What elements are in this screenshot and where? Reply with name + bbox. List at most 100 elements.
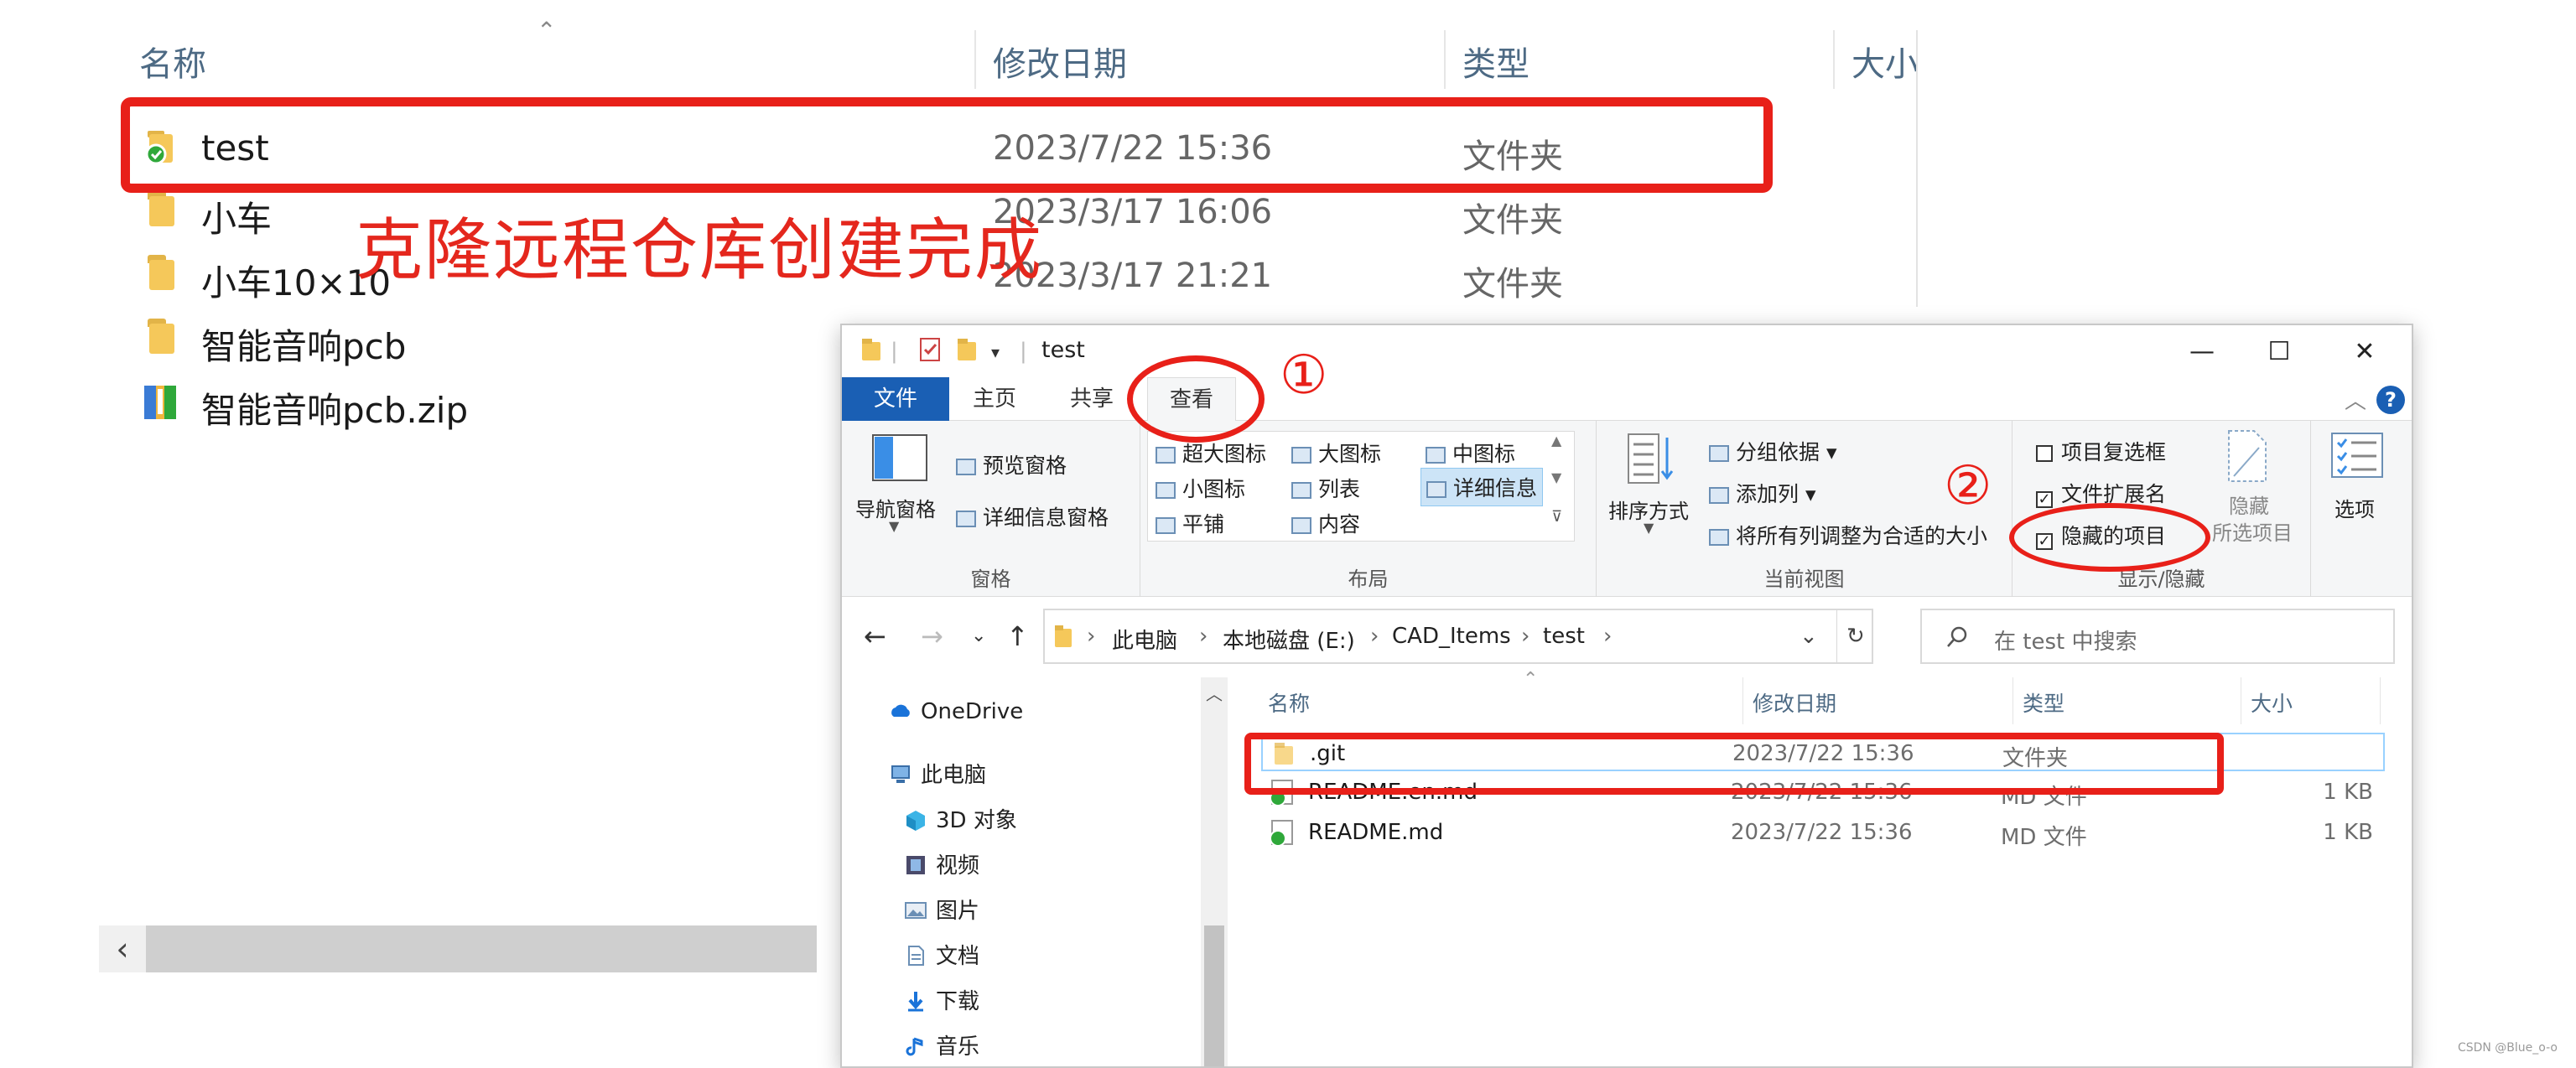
table-row[interactable]: README.md 2023/7/22 15:36 MD 文件 1 KB [1261, 813, 2385, 852]
nav-videos[interactable]: 视频 [904, 848, 979, 879]
document-icon [908, 946, 924, 966]
highlight-ellipse-view-tab [1127, 355, 1265, 443]
bg-col-modified[interactable]: 修改日期 [993, 37, 1127, 86]
explorer-window: | ▾ | test — ☐ ✕ 文件 主页 共享 查看 ︿ ? 导航窗格 ▼ … [840, 324, 2413, 1068]
col-divider [2012, 677, 2013, 724]
file-size: 1 KB [2323, 820, 2373, 845]
ribbon-tabs: 文件 主页 共享 查看 ︿ ? [842, 377, 2412, 421]
nav-3d-objects[interactable]: 3D 对象 [904, 803, 1017, 834]
search-icon [1947, 626, 1967, 647]
layout-small-icons[interactable]: 小图标 [1156, 473, 1245, 503]
hide-selected-line1[interactable]: 隐藏 [2229, 490, 2269, 519]
details-pane-button[interactable]: 详细信息窗格 [956, 501, 1109, 531]
address-bar-row: ← → ⌄ ↑ › 此电脑 › 本地磁盘 (E:) › CAD_Items › … [842, 597, 2412, 677]
nav-documents[interactable]: 文档 [904, 939, 979, 970]
layout-content[interactable]: 内容 [1291, 508, 1360, 538]
group-panes-label: 窗格 [970, 568, 1011, 591]
options-button[interactable]: 选项 [2334, 493, 2375, 522]
col-header-modified[interactable]: 修改日期 [1753, 687, 1836, 718]
md-file-icon [1270, 820, 1293, 847]
forward-arrow-icon[interactable]: → [921, 620, 943, 652]
gallery-up-icon[interactable]: ▲ [1551, 433, 1561, 448]
customize-qa-icon[interactable]: ▾ [991, 342, 1000, 362]
file-size: 1 KB [2323, 780, 2373, 805]
bg-col-divider [974, 30, 976, 89]
gallery-down-icon[interactable]: ▼ [1551, 469, 1561, 485]
crumb-test[interactable]: test [1543, 624, 1585, 649]
refresh-icon[interactable]: ↻ [1846, 624, 1865, 649]
zip-icon [144, 386, 176, 419]
preview-pane-button[interactable]: 预览窗格 [956, 449, 1067, 480]
ribbon-view: 导航窗格 ▼ 预览窗格 详细信息窗格 窗格 超大图标 大图标 中图标 小图标 列… [842, 421, 2412, 597]
bg-col-name[interactable]: 名称 [139, 37, 206, 86]
close-button[interactable]: ✕ [2340, 332, 2390, 372]
up-arrow-icon[interactable]: ↑ [1006, 620, 1029, 652]
bg-row-type: 文件夹 [1462, 265, 1563, 303]
bg-col-size[interactable]: 大小 [1852, 37, 1917, 86]
preview-pane-icon [956, 459, 976, 475]
bg-horizontal-scrollbar[interactable] [99, 925, 817, 972]
nav-music[interactable]: 音乐 [904, 1029, 979, 1060]
layout-large-icons[interactable]: 大图标 [1291, 438, 1381, 468]
checkbox-checked[interactable]: ✓ [2036, 491, 2053, 508]
new-folder-icon[interactable] [956, 337, 978, 362]
content-icon [1291, 517, 1311, 534]
nav-downloads[interactable]: 下载 [904, 984, 979, 1015]
crumb-cad-items[interactable]: CAD_Items [1392, 624, 1511, 649]
tab-file[interactable]: 文件 [842, 377, 949, 421]
maximize-button[interactable]: ☐ [2254, 332, 2304, 372]
nav-this-pc[interactable]: 此电脑 [889, 758, 986, 789]
sort-by-icon [1628, 433, 1674, 484]
layout-tiles[interactable]: 平铺 [1156, 508, 1224, 538]
layout-medium-icons[interactable]: 中图标 [1426, 438, 1515, 468]
tab-home[interactable]: 主页 [973, 377, 1016, 421]
item-checkboxes-toggle[interactable]: 项目复选框 [2036, 436, 2166, 466]
nav-scroll-thumb[interactable] [1204, 925, 1224, 1066]
hide-selected-line2[interactable]: 所选项目 [2212, 516, 2293, 546]
tab-share[interactable]: 共享 [1070, 377, 1114, 421]
properties-icon[interactable] [919, 337, 943, 362]
layout-xl-icons[interactable]: 超大图标 [1156, 438, 1266, 468]
bg-column-edge [1916, 30, 1918, 307]
search-input[interactable]: 在 test 中搜索 [1920, 609, 2395, 664]
address-dropdown-icon[interactable]: ⌄ [1800, 624, 1818, 649]
nav-pictures[interactable]: 图片 [904, 894, 979, 925]
scroll-left-icon[interactable]: ‹ [99, 925, 146, 972]
medium-icons-icon [1426, 447, 1446, 464]
col-header-size[interactable]: 大小 [2251, 687, 2293, 718]
scroll-up-icon[interactable]: ︿ [1206, 681, 1223, 705]
fit-columns-button[interactable]: 将所有列调整为合适的大小 [1709, 520, 1987, 550]
add-column-icon [1709, 487, 1729, 504]
nav-onedrive[interactable]: OneDrive [889, 699, 1023, 724]
col-divider [2380, 677, 2381, 724]
nav-vertical-scrollbar[interactable]: ︿ [1201, 677, 1228, 1066]
nav-pane-icon [872, 434, 927, 481]
crumb-local-disk[interactable]: 本地磁盘 (E:) [1223, 624, 1355, 655]
layout-details[interactable]: 详细信息 [1420, 468, 1544, 506]
crumb-this-pc[interactable]: 此电脑 [1112, 624, 1177, 655]
minimize-button[interactable]: — [2177, 332, 2227, 372]
cube-icon [906, 811, 925, 831]
group-layout-label: 布局 [1348, 568, 1389, 591]
group-show-hide-label: 显示/隐藏 [2117, 568, 2205, 591]
group-by-button[interactable]: 分组依据 ▾ [1709, 436, 1837, 466]
gallery-more-icon[interactable]: ⊽ [1551, 508, 1562, 526]
layout-list[interactable]: 列表 [1291, 473, 1360, 503]
checkbox-unchecked[interactable] [2036, 445, 2053, 462]
bg-col-divider [1444, 30, 1446, 89]
window-title: test [1041, 337, 1085, 363]
annotation-step-2: ② [1944, 455, 1992, 517]
collapse-ribbon-icon[interactable]: ︿ [2345, 384, 2366, 415]
address-input[interactable]: › 此电脑 › 本地磁盘 (E:) › CAD_Items › test › ⌄… [1043, 609, 1873, 664]
col-header-type[interactable]: 类型 [2023, 687, 2064, 718]
bg-col-type[interactable]: 类型 [1462, 37, 1530, 86]
group-current-view-label: 当前视图 [1763, 568, 1845, 591]
bg-col-divider [1833, 30, 1835, 89]
help-icon[interactable]: ? [2376, 386, 2405, 414]
add-column-button[interactable]: 添加列 ▾ [1709, 478, 1816, 508]
recent-chevron-icon[interactable]: ⌄ [971, 625, 986, 646]
back-arrow-icon[interactable]: ← [864, 620, 886, 652]
annotation-step-1: ① [1280, 345, 1328, 407]
crumb-separator-icon: › [1521, 624, 1530, 649]
col-header-name[interactable]: 名称 [1268, 687, 1310, 718]
